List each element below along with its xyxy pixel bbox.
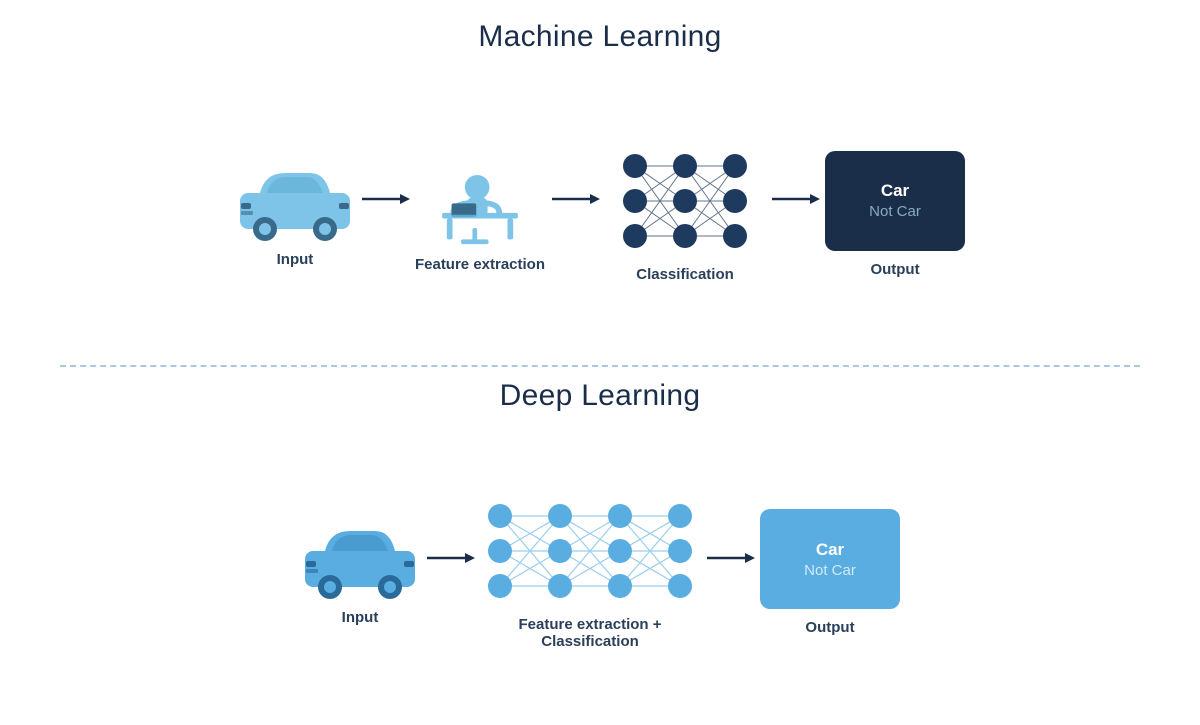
ml-output-car: Car xyxy=(881,181,909,201)
ml-step-output: Car Not Car Output xyxy=(825,151,965,278)
ml-neural-net-icon xyxy=(605,146,765,256)
dl-step-input: Input xyxy=(300,519,420,626)
dl-output-car: Car xyxy=(816,540,844,560)
ml-section: Machine Learning xyxy=(0,0,1200,365)
dl-arrow-2 xyxy=(700,546,760,570)
ml-arrow-1-svg xyxy=(360,187,410,211)
dl-step-output: Car Not Car Output xyxy=(760,509,900,636)
ml-output-notcar: Not Car xyxy=(869,203,921,220)
ml-person-icon xyxy=(430,156,530,246)
dl-arrow-1-svg xyxy=(425,546,475,570)
dl-car-icon xyxy=(300,519,420,599)
ml-step-classification: Classification xyxy=(605,146,765,283)
dl-step-feature-classification: Feature extraction + Classification xyxy=(480,496,700,650)
ml-input-label: Input xyxy=(277,251,314,268)
dl-input-label: Input xyxy=(342,609,379,626)
ml-output-label: Output xyxy=(870,261,919,278)
ml-output-box: Car Not Car xyxy=(825,151,965,251)
dl-section: Deep Learning Input xyxy=(0,367,1200,725)
dl-diagram-row: Input xyxy=(300,431,900,716)
dl-feature-classification-label: Feature extraction + Classification xyxy=(510,616,670,650)
dl-output-box: Car Not Car xyxy=(760,509,900,609)
dl-arrow-2-svg xyxy=(705,546,755,570)
dl-title: Deep Learning xyxy=(500,379,701,413)
dl-neural-net-icon xyxy=(480,496,700,606)
ml-classification-label: Classification xyxy=(636,266,734,283)
dl-output-notcar: Not Car xyxy=(804,562,856,579)
ml-feature-label: Feature extraction xyxy=(415,256,545,273)
dl-arrow-1 xyxy=(420,546,480,570)
ml-title: Machine Learning xyxy=(478,20,721,54)
ml-arrow-3 xyxy=(765,187,825,211)
ml-car-icon xyxy=(235,161,355,241)
ml-arrow-2 xyxy=(545,187,605,211)
dl-output-label: Output xyxy=(805,619,854,636)
ml-arrow-2-svg xyxy=(550,187,600,211)
ml-step-input: Input xyxy=(235,161,355,268)
ml-arrow-3-svg xyxy=(770,187,820,211)
ml-diagram-row: Input xyxy=(235,72,965,357)
ml-arrow-1 xyxy=(355,187,415,211)
ml-step-feature: Feature extraction xyxy=(415,156,545,273)
